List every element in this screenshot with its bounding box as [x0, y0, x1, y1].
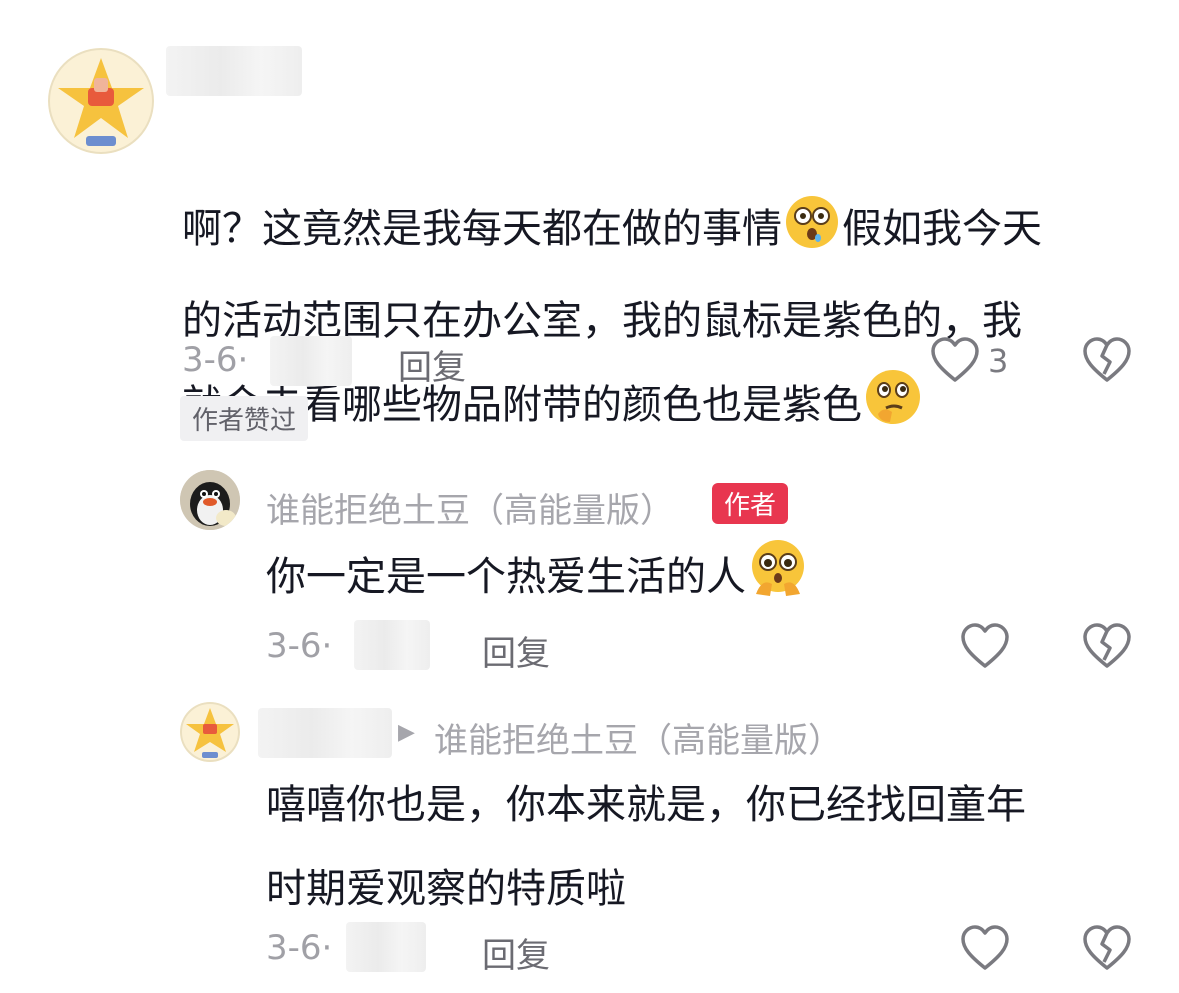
comment-date: 3-6· [182, 340, 249, 380]
dislike-icon[interactable] [1082, 622, 1132, 670]
reply-button[interactable]: 回复 [482, 928, 550, 977]
thinking-emoji-icon [864, 368, 922, 455]
author-liked-badge: 作者赞过 [180, 396, 309, 441]
username-redacted[interactable] [166, 46, 302, 96]
dislike-icon[interactable] [1082, 336, 1132, 384]
comment-date: 3-6· [266, 626, 333, 666]
avatar[interactable] [180, 470, 240, 530]
reply-to-name[interactable]: 谁能拒绝土豆（高能量版） [434, 713, 842, 762]
reply-button[interactable]: 回复 [482, 626, 550, 675]
avatar-star-image [180, 702, 240, 762]
avatar[interactable] [180, 702, 240, 762]
like-icon[interactable] [960, 924, 1010, 972]
reply-button[interactable]: 回复 [398, 340, 466, 389]
location-redacted [346, 922, 426, 972]
username-redacted[interactable] [258, 708, 392, 758]
flushed-emoji-icon [784, 194, 840, 279]
comment-text: 你一定是一个热爱生活的人 [266, 535, 810, 627]
like-icon[interactable] [960, 622, 1010, 670]
comment-text: 嘻嘻你也是，你本来就是，你已经找回童年 时期爱观察的特质啦 [266, 782, 1026, 912]
reply-arrow-icon: ▶ [398, 720, 415, 745]
comment-date: 3-6· [266, 928, 333, 968]
avatar[interactable] [48, 48, 154, 154]
comment-text: 啊？这竟然是我每天都在做的事情 假如我今天 的活动范围只在办公室，我的鼠标是紫色的，… [182, 103, 1142, 455]
avatar-penguin-image [180, 470, 240, 530]
like-count: 3 [988, 342, 1009, 380]
author-badge: 作者 [712, 483, 789, 524]
dislike-icon[interactable] [1082, 924, 1132, 972]
author-name[interactable]: 谁能拒绝土豆（高能量版） [266, 483, 674, 532]
location-redacted [270, 336, 352, 386]
location-redacted [354, 620, 430, 670]
like-icon[interactable] [930, 336, 980, 384]
avatar-star-image [48, 48, 154, 154]
pleading-emoji-icon [748, 538, 808, 627]
